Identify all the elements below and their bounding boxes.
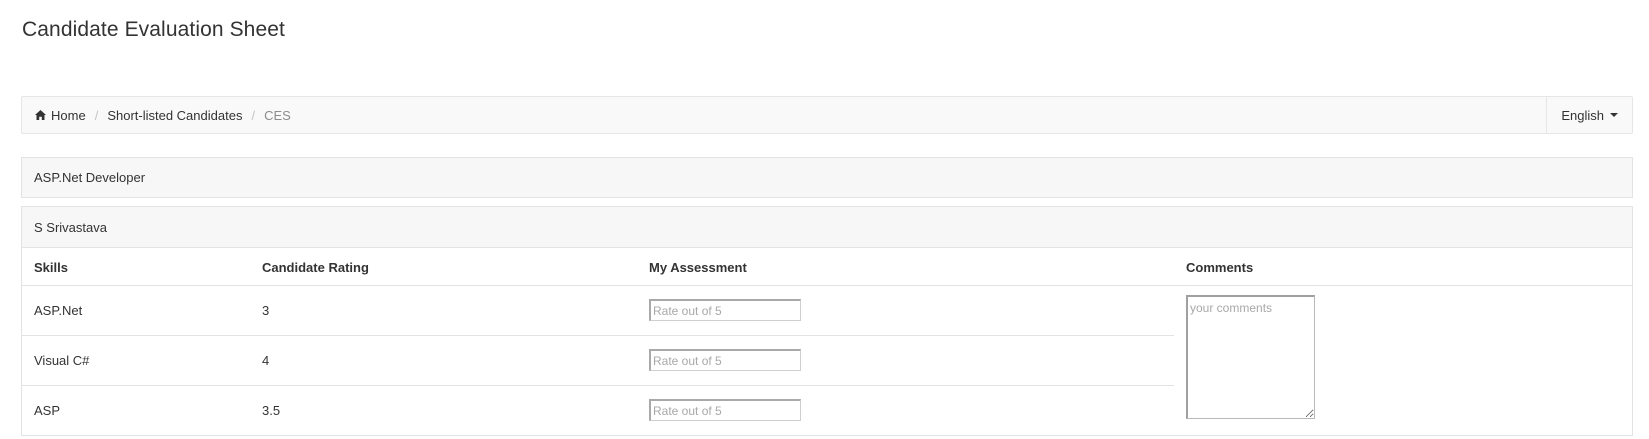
breadcrumb-separator: / — [94, 107, 99, 123]
assessment-input[interactable] — [649, 399, 801, 421]
job-title: ASP.Net Developer — [34, 170, 146, 185]
language-label: English — [1561, 107, 1604, 123]
job-panel: ASP.Net Developer — [21, 157, 1633, 198]
breadcrumb-current: CES — [264, 107, 291, 123]
comments-textarea[interactable] — [1186, 295, 1315, 419]
column-header-skills: Skills — [34, 260, 68, 275]
row-divider — [22, 335, 1174, 336]
skill-cell: ASP — [34, 403, 61, 418]
breadcrumb-shortlisted-link[interactable]: Short-listed Candidates — [107, 108, 242, 123]
rating-cell: 4 — [262, 353, 270, 368]
assessment-input[interactable] — [649, 349, 801, 371]
page-title: Candidate Evaluation Sheet — [22, 18, 285, 41]
skill-cell: Visual C# — [34, 353, 90, 368]
language-dropdown[interactable]: English — [1546, 97, 1632, 133]
breadcrumb: Home / Short-listed Candidates / CES — [35, 97, 291, 133]
candidate-panel: S Srivastava Skills Candidate Rating My … — [21, 206, 1633, 436]
breadcrumb-bar: Home / Short-listed Candidates / CES Eng… — [21, 96, 1633, 134]
column-header-my-assessment: My Assessment — [649, 260, 747, 275]
candidate-header: S Srivastava — [22, 207, 1632, 248]
rating-cell: 3.5 — [262, 403, 281, 418]
assessment-input[interactable] — [649, 299, 801, 321]
skill-cell: ASP.Net — [34, 303, 83, 318]
column-header-candidate-rating: Candidate Rating — [262, 260, 369, 275]
column-header-comments: Comments — [1186, 260, 1254, 275]
header-divider — [22, 285, 1632, 286]
caret-down-icon — [1610, 113, 1618, 117]
home-icon[interactable] — [35, 108, 46, 123]
candidate-name: S Srivastava — [34, 220, 107, 235]
rating-cell: 3 — [262, 303, 270, 318]
row-divider — [22, 385, 1174, 386]
breadcrumb-separator: / — [251, 107, 256, 123]
breadcrumb-home-link[interactable]: Home — [51, 108, 86, 123]
